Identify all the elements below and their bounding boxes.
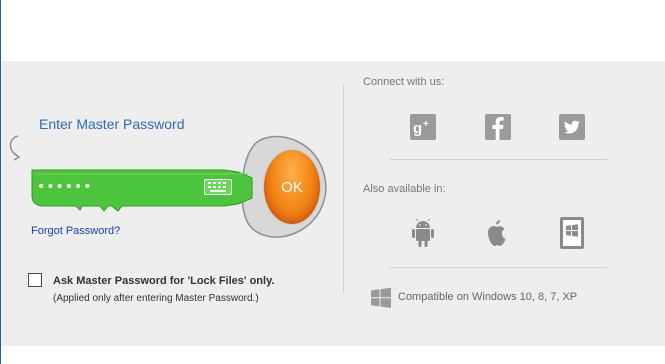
google-plus-icon[interactable]: g + <box>410 114 436 140</box>
facebook-icon[interactable] <box>485 114 511 140</box>
bottom-strip <box>0 346 665 364</box>
available-label: Also available in: <box>363 183 446 195</box>
connect-divider <box>390 159 607 160</box>
virtual-keyboard-icon[interactable] <box>204 179 232 195</box>
master-password-input[interactable] <box>37 177 187 197</box>
lock-files-checkbox[interactable] <box>28 273 42 287</box>
forgot-password-link[interactable]: Forgot Password? <box>31 225 120 237</box>
ok-button[interactable]: OK <box>264 150 320 224</box>
twitter-icon[interactable] <box>559 114 585 140</box>
ok-button-label: OK <box>281 178 303 196</box>
vertical-divider <box>343 85 344 293</box>
compatibility-text: Compatible on Windows 10, 8, 7, XP <box>398 291 578 303</box>
lock-files-label: Ask Master Password for 'Lock Files' onl… <box>53 275 275 287</box>
windows-phone-icon[interactable] <box>559 216 585 250</box>
top-area <box>0 0 665 61</box>
connect-label: Connect with us: <box>363 76 445 88</box>
svg-text:+: + <box>423 119 429 130</box>
available-divider <box>390 267 607 268</box>
android-icon[interactable] <box>410 216 436 250</box>
svg-text:g: g <box>413 120 422 137</box>
apple-icon[interactable] <box>484 216 510 250</box>
windows-icon <box>371 287 391 308</box>
lock-files-note: (Applied only after entering Master Pass… <box>53 293 259 304</box>
